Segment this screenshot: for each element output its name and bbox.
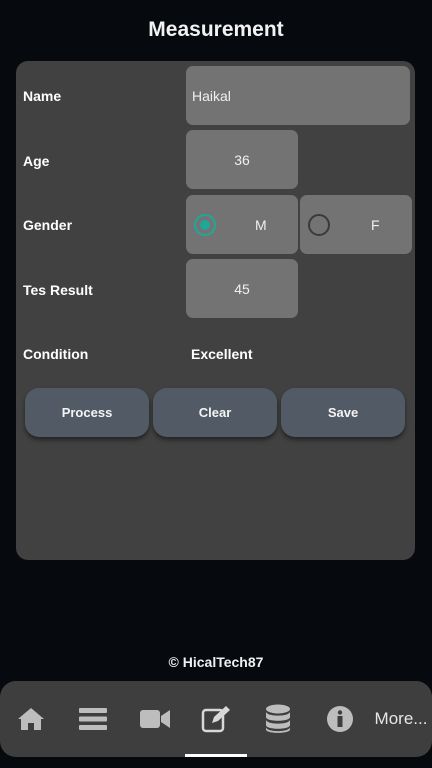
nav-more[interactable]: More... [370,681,432,757]
list-icon [79,708,107,730]
radio-unselected-icon [308,214,330,236]
nav-active-indicator [185,754,247,757]
info-icon [327,706,353,732]
nav-info[interactable] [309,681,371,757]
condition-label: Condition [23,346,89,362]
age-field[interactable]: 36 [186,130,298,189]
nav-list[interactable] [62,681,124,757]
home-icon [18,708,44,730]
clear-button[interactable]: Clear [153,388,277,437]
video-icon [140,710,170,728]
age-label: Age [23,153,50,169]
measurement-card: Name Haikal Age 36 Gender M F Tes Result… [16,61,415,560]
database-icon [266,704,290,733]
save-button[interactable]: Save [281,388,405,437]
gender-radio-female[interactable]: F [300,195,412,254]
page-title: Measurement [148,18,284,41]
nav-home[interactable] [0,681,62,757]
condition-value: Excellent [191,346,253,362]
name-label: Name [23,88,62,104]
gender-radio-male[interactable]: M [186,195,298,254]
bottom-navigation: More... [0,681,432,757]
copyright-text: © HicalTech87 [168,654,264,670]
gender-label: Gender [23,217,73,233]
nav-video[interactable] [124,681,186,757]
nav-database[interactable] [247,681,309,757]
gender-female-label: F [371,217,380,233]
process-button[interactable]: Process [25,388,149,437]
gender-male-label: M [255,217,267,233]
test-result-field[interactable]: 45 [186,259,298,318]
test-result-label: Tes Result [23,282,93,298]
nav-edit[interactable] [185,681,247,757]
edit-icon [201,706,230,733]
radio-selected-icon [194,214,216,236]
name-field[interactable]: Haikal [186,66,410,125]
